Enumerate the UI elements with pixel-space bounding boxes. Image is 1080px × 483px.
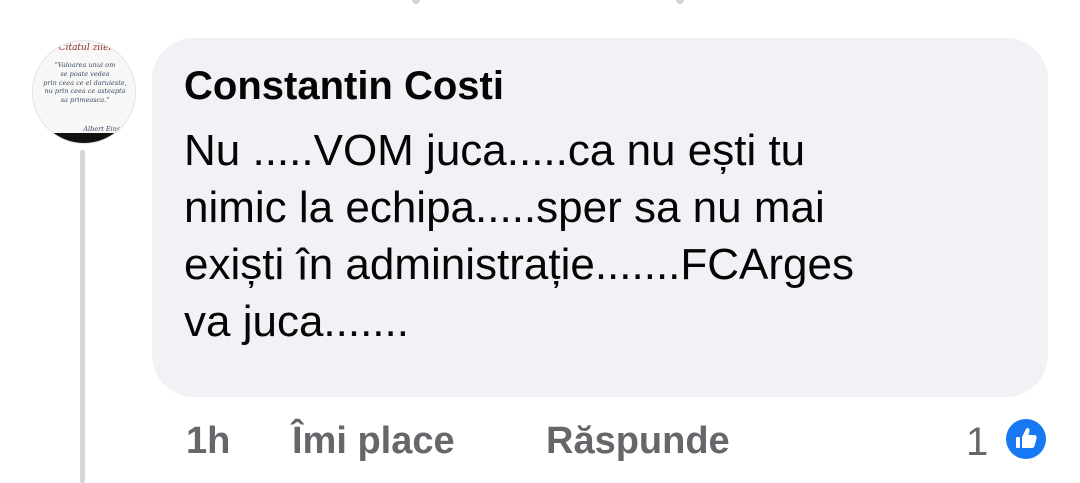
avatar-dark-band [33,133,135,143]
avatar-header-text: Citatul zilei [58,43,112,53]
avatar-quote-text: "Valoarea unui om se poate vedea prin ce… [43,61,127,105]
previous-comment-stub [412,0,420,4]
reply-button[interactable]: Răspunde [546,420,730,463]
comment-text: Nu .....VOM juca.....ca nu ești tu nimic… [184,126,854,346]
avatar-author-text: Albert Einstein [83,125,133,133]
like-icon-graphic [1006,419,1046,459]
reaction-count[interactable]: 1 [966,420,988,465]
comment-timestamp[interactable]: 1h [186,420,230,463]
avatar[interactable]: Citatul zilei "Valoarea unui om se poate… [32,40,136,144]
comment-screen: Citatul zilei "Valoarea unui om se poate… [0,0,1080,483]
previous-comment-stub [676,0,684,4]
comment-bubble: Constantin Costi Nu .....VOM juca.....ca… [152,38,1048,397]
comment-author[interactable]: Constantin Costi [184,64,504,109]
comment-actions: 1h Îmi place Răspunde [0,420,1080,466]
like-icon[interactable] [1003,416,1049,462]
like-button[interactable]: Îmi place [292,420,455,463]
